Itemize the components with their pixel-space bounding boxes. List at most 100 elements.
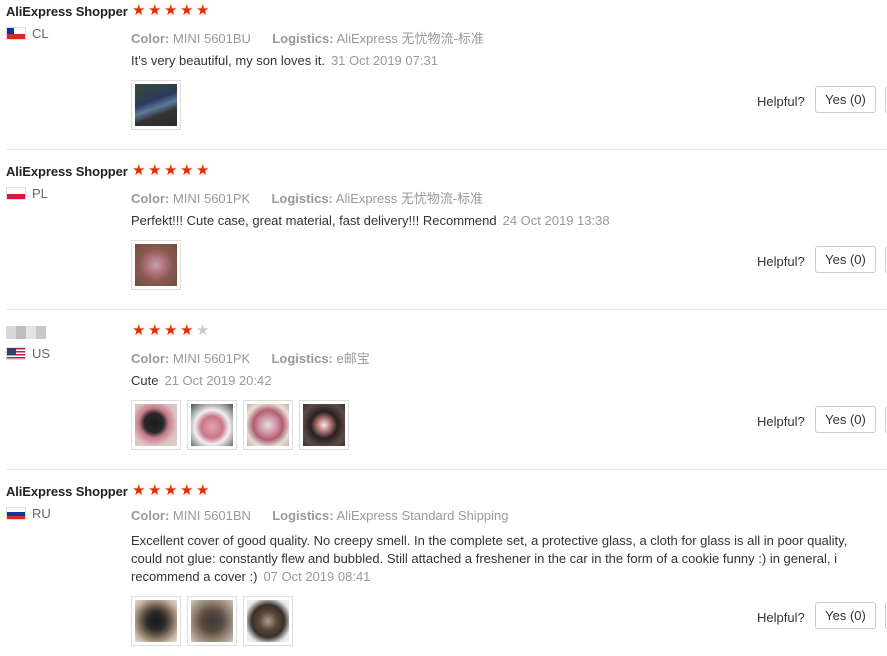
review-photos bbox=[131, 240, 181, 290]
review-photo[interactable] bbox=[131, 80, 181, 130]
star-rating: ★ ★ ★ ★ ★ bbox=[132, 162, 210, 179]
reviewer-name-blurred bbox=[6, 326, 46, 339]
star-icon: ★ bbox=[132, 482, 146, 499]
review-divider bbox=[6, 309, 887, 310]
review-photo[interactable] bbox=[187, 400, 237, 450]
star-icon: ★ bbox=[164, 162, 178, 179]
logistics-label: Logistics: bbox=[271, 191, 333, 206]
color-label: Color: bbox=[131, 508, 170, 523]
helpful-yes-button[interactable]: Yes (0) bbox=[815, 602, 876, 629]
star-rating: ★ ★ ★ ★ ★ bbox=[132, 322, 210, 339]
review-item: AliExpress Shopper CL ★ ★ ★ ★ ★ Color: M… bbox=[0, 0, 887, 150]
review-body: Excellent cover of good quality. No cree… bbox=[131, 533, 848, 584]
country-code: US bbox=[32, 346, 51, 361]
star-icon: ★ bbox=[196, 162, 210, 179]
review-photos bbox=[131, 400, 349, 450]
flag-ru-icon bbox=[6, 507, 26, 520]
star-icon: ★ bbox=[196, 2, 210, 19]
review-divider bbox=[6, 149, 887, 150]
review-body: Cute bbox=[131, 373, 159, 388]
color-value: MINI 5601BN bbox=[172, 508, 251, 523]
review-item: AliExpress Shopper PL ★ ★ ★ ★ ★ Color: M… bbox=[0, 160, 887, 310]
helpful-yes-button[interactable]: Yes (0) bbox=[815, 86, 876, 113]
color-label: Color: bbox=[131, 31, 170, 46]
review-meta: Color: MINI 5601BN Logistics: AliExpress… bbox=[131, 508, 509, 523]
review-text: Cute 21 Oct 2019 20:42 bbox=[131, 372, 861, 390]
review-body: Perfekt!!! Cute case, great material, fa… bbox=[131, 213, 497, 228]
review-photo[interactable] bbox=[187, 596, 237, 646]
review-date: 07 Oct 2019 08:41 bbox=[263, 569, 371, 584]
reviewer-name: AliExpress Shopper bbox=[6, 484, 128, 499]
review-photo[interactable] bbox=[131, 240, 181, 290]
review-date: 31 Oct 2019 07:31 bbox=[330, 53, 438, 68]
star-rating: ★ ★ ★ ★ ★ bbox=[132, 482, 210, 499]
reviewer-name: AliExpress Shopper bbox=[6, 164, 128, 179]
review-photo[interactable] bbox=[243, 400, 293, 450]
logistics-value: AliExpress 无忧物流-标准 bbox=[335, 191, 484, 206]
color-value: MINI 5601PK bbox=[172, 191, 251, 206]
star-icon: ★ bbox=[148, 482, 162, 499]
reviewer-name: AliExpress Shopper bbox=[6, 4, 128, 19]
logistics-label: Logistics: bbox=[272, 31, 334, 46]
reviewer-country: PL bbox=[6, 186, 48, 201]
color-value: MINI 5601PK bbox=[172, 351, 251, 366]
review-text: Perfekt!!! Cute case, great material, fa… bbox=[131, 212, 861, 230]
helpful-yes-button[interactable]: Yes (0) bbox=[815, 406, 876, 433]
star-icon: ★ bbox=[196, 482, 210, 499]
country-code: CL bbox=[32, 26, 49, 41]
logistics-label: Logistics: bbox=[272, 508, 334, 523]
review-photo[interactable] bbox=[131, 596, 181, 646]
star-icon: ★ bbox=[164, 322, 178, 339]
star-empty-icon: ★ bbox=[196, 322, 210, 339]
helpful-label: Helpful? bbox=[757, 94, 805, 109]
logistics-label: Logistics: bbox=[271, 351, 333, 366]
helpful-label: Helpful? bbox=[757, 254, 805, 269]
review-text: Excellent cover of good quality. No cree… bbox=[131, 532, 861, 586]
review-body: It's very beautiful, my son loves it. bbox=[131, 53, 325, 68]
reviewer-country: US bbox=[6, 346, 50, 361]
color-label: Color: bbox=[131, 191, 170, 206]
star-icon: ★ bbox=[148, 2, 162, 19]
review-meta: Color: MINI 5601PK Logistics: AliExpress… bbox=[131, 188, 483, 207]
review-photo[interactable] bbox=[243, 596, 293, 646]
star-icon: ★ bbox=[164, 2, 178, 19]
review-photo[interactable] bbox=[131, 400, 181, 450]
review-photo[interactable] bbox=[299, 400, 349, 450]
reviewer-country: RU bbox=[6, 506, 51, 521]
star-icon: ★ bbox=[132, 162, 146, 179]
country-code: RU bbox=[32, 506, 51, 521]
flag-cl-icon bbox=[6, 27, 26, 40]
review-photos bbox=[131, 596, 293, 646]
star-icon: ★ bbox=[132, 322, 146, 339]
helpful-label: Helpful? bbox=[757, 414, 805, 429]
review-meta: Color: MINI 5601PK Logistics: e邮宝 bbox=[131, 348, 370, 367]
helpful-yes-button[interactable]: Yes (0) bbox=[815, 246, 876, 273]
review-item: AliExpress Shopper RU ★ ★ ★ ★ ★ Color: M… bbox=[0, 480, 887, 656]
helpful-label: Helpful? bbox=[757, 610, 805, 625]
flag-pl-icon bbox=[6, 187, 26, 200]
review-date: 24 Oct 2019 13:38 bbox=[502, 213, 610, 228]
review-meta: Color: MINI 5601BU Logistics: AliExpress… bbox=[131, 28, 484, 47]
color-value: MINI 5601BU bbox=[172, 31, 251, 46]
star-icon: ★ bbox=[148, 162, 162, 179]
star-icon: ★ bbox=[180, 482, 194, 499]
logistics-value: e邮宝 bbox=[336, 351, 370, 366]
logistics-value: AliExpress Standard Shipping bbox=[336, 508, 509, 523]
star-icon: ★ bbox=[132, 2, 146, 19]
star-icon: ★ bbox=[164, 482, 178, 499]
review-photos bbox=[131, 80, 181, 130]
review-date: 21 Oct 2019 20:42 bbox=[164, 373, 272, 388]
review-text: It's very beautiful, my son loves it. 31 … bbox=[131, 52, 861, 70]
star-icon: ★ bbox=[180, 2, 194, 19]
country-code: PL bbox=[32, 186, 48, 201]
flag-us-icon bbox=[6, 347, 26, 360]
star-icon: ★ bbox=[148, 322, 162, 339]
review-item: US ★ ★ ★ ★ ★ Color: MINI 5601PK Logistic… bbox=[0, 320, 887, 470]
star-icon: ★ bbox=[180, 322, 194, 339]
star-icon: ★ bbox=[180, 162, 194, 179]
color-label: Color: bbox=[131, 351, 170, 366]
reviewer-country: CL bbox=[6, 26, 49, 41]
review-divider bbox=[6, 469, 887, 470]
star-rating: ★ ★ ★ ★ ★ bbox=[132, 2, 210, 19]
logistics-value: AliExpress 无忧物流-标准 bbox=[336, 31, 484, 46]
